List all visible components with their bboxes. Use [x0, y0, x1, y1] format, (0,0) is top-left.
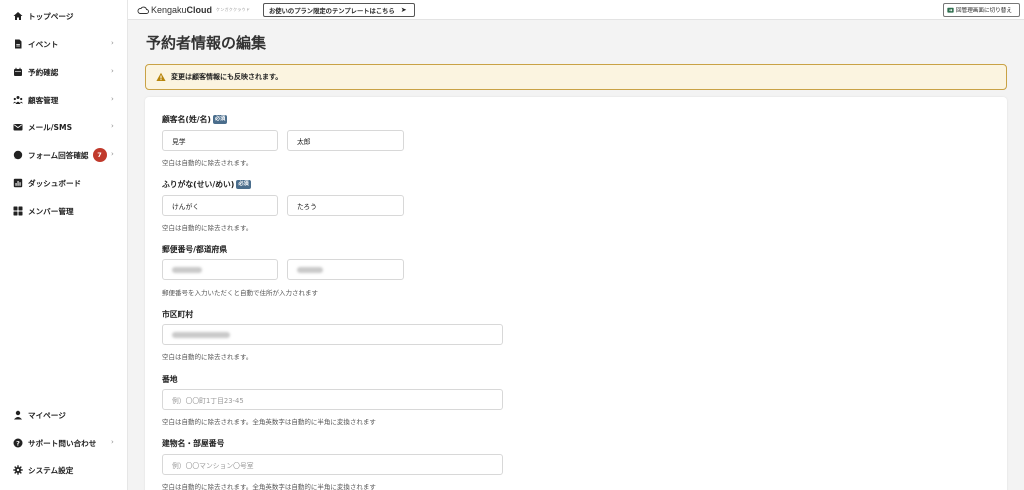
notification-badge: 7	[92, 148, 107, 162]
required-badge: 必須	[236, 180, 251, 189]
sidebar-item-settings[interactable]: システム設定	[0, 460, 128, 480]
prefecture-input[interactable]	[287, 259, 404, 280]
plan-template-button[interactable]: お使いのプラン限定のテンプレートはこちら ➤	[263, 3, 415, 17]
sidebar-item-label: サポート問い合わせ	[28, 438, 97, 448]
chevron-right-icon: ›	[111, 122, 114, 130]
postal-hint: 郵便番号を入力いただくと自動で住所が入力されます	[162, 289, 318, 297]
sidebar-item-members[interactable]: メンバー管理	[0, 201, 128, 221]
sidebar-item-top[interactable]: トップページ	[0, 6, 128, 26]
svg-text:?: ?	[16, 439, 20, 447]
brand-name: KengakuCloud	[151, 5, 213, 15]
sidebar-item-label: メンバー管理	[28, 206, 74, 216]
person-icon	[13, 410, 23, 420]
pointer-icon: ➤	[400, 6, 407, 14]
building-field-label: 建物名・部屋番号	[162, 439, 225, 448]
sidebar: トップページ イベント › 予約確認 › 顧客管理 › メール/SMS › フォ…	[0, 0, 128, 490]
chevron-right-icon: ›	[111, 150, 114, 158]
name-hint: 空白は自動的に除去されます。	[162, 159, 253, 167]
switch-admin-label: 回管理画面に切り替え	[956, 8, 1012, 14]
postal-field-label: 郵便番号/都道府県	[162, 245, 228, 254]
users-icon	[13, 95, 23, 105]
alert-text: 変更は顧客情報にも反映されます。	[171, 73, 283, 81]
sidebar-item-label: フォーム回答確認	[28, 150, 89, 160]
kana-hint: 空白は自動的に除去されます。	[162, 224, 253, 232]
last-name-kana-input[interactable]: けんがく	[162, 195, 278, 216]
chart-icon	[13, 178, 23, 188]
help-icon: ?	[13, 438, 23, 448]
redacted-value	[172, 331, 230, 338]
sidebar-item-label: イベント	[28, 39, 59, 49]
required-badge: 必須	[212, 115, 228, 124]
city-hint: 空白は自動的に除去されます。	[162, 353, 253, 361]
sidebar-item-label: メール/SMS	[28, 122, 73, 132]
building-hint: 空白は自動的に除去されます。全角英数字は自動的に半角に変換されます	[162, 483, 376, 490]
sidebar-item-label: システム設定	[28, 465, 74, 475]
street-field-label: 番地	[162, 375, 178, 384]
sidebar-item-dashboard[interactable]: ダッシュボード	[0, 173, 128, 193]
top-bar: KengakuCloud ケンガククラウド お使いのプラン限定のテンプレートはこ…	[128, 0, 1024, 20]
chevron-right-icon: ›	[111, 39, 114, 47]
home-icon	[13, 11, 23, 21]
chevron-right-icon: ›	[111, 95, 114, 103]
chat-icon	[13, 150, 23, 160]
sidebar-item-customers[interactable]: 顧客管理 ›	[0, 90, 128, 110]
redacted-value	[297, 266, 323, 273]
mail-icon	[13, 122, 23, 132]
redacted-value	[172, 266, 202, 273]
last-name-input[interactable]: 見学	[162, 130, 278, 151]
sidebar-item-label: マイページ	[28, 410, 66, 420]
sidebar-item-label: ダッシュボード	[28, 178, 82, 188]
sidebar-item-label: 予約確認	[28, 67, 59, 77]
grid-icon	[13, 206, 23, 216]
sidebar-item-form-answers[interactable]: フォーム回答確認 7 ›	[0, 145, 128, 165]
first-name-kana-input[interactable]: たろう	[287, 195, 404, 216]
chevron-right-icon: ›	[111, 67, 114, 75]
city-input[interactable]	[162, 324, 503, 345]
street-input[interactable]: 例）〇〇町1丁目23-45	[162, 389, 503, 410]
name-field-label: 顧客名(姓/名) 必須	[162, 115, 228, 124]
switch-icon	[947, 7, 954, 14]
cloud-icon	[137, 6, 149, 14]
page-title: 予約者情報の編集	[146, 34, 267, 52]
sidebar-item-label: トップページ	[28, 11, 74, 21]
sidebar-item-event[interactable]: イベント ›	[0, 34, 128, 54]
postal-code-input[interactable]	[162, 259, 278, 280]
chevron-right-icon: ›	[111, 438, 114, 446]
first-name-input[interactable]: 太郎	[287, 130, 404, 151]
info-alert: 変更は顧客情報にも反映されます。	[145, 64, 1007, 90]
kana-field-label: ふりがな(せい/めい) 必須	[162, 180, 251, 189]
app-logo[interactable]: KengakuCloud ケンガククラウド	[137, 4, 250, 16]
sidebar-item-mail[interactable]: メール/SMS ›	[0, 117, 128, 137]
sidebar-item-support[interactable]: ? サポート問い合わせ ›	[0, 433, 128, 453]
calendar-icon	[13, 67, 23, 77]
street-hint: 空白は自動的に除去されます。全角英数字は自動的に半角に変換されます	[162, 418, 376, 426]
plan-template-label: お使いのプラン限定のテンプレートはこちら	[269, 7, 395, 15]
gear-icon	[13, 465, 23, 475]
switch-admin-button[interactable]: 回管理画面に切り替え	[943, 3, 1020, 17]
brand-sub: ケンガククラウド	[216, 7, 251, 12]
warning-icon	[156, 72, 166, 82]
sidebar-item-reservations[interactable]: 予約確認 ›	[0, 62, 128, 82]
building-input[interactable]: 例）〇〇マンション〇号室	[162, 454, 503, 475]
sidebar-item-mypage[interactable]: マイページ	[0, 405, 128, 425]
document-icon	[13, 39, 23, 49]
sidebar-item-label: 顧客管理	[28, 95, 59, 105]
city-field-label: 市区町村	[162, 310, 194, 319]
